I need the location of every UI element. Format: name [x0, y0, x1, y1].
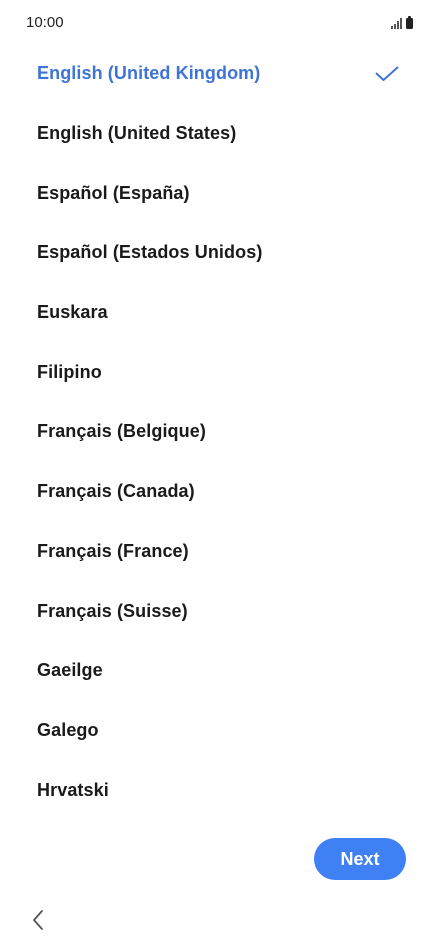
status-bar: 10:00: [0, 0, 437, 44]
language-label: English (United Kingdom): [37, 63, 261, 84]
next-button[interactable]: Next: [314, 838, 406, 880]
language-item[interactable]: Français (Canada): [0, 462, 437, 522]
language-item[interactable]: Gaeilge: [0, 641, 437, 701]
language-item[interactable]: Filipino: [0, 342, 437, 402]
battery-icon: [406, 16, 413, 29]
language-label: Euskara: [37, 302, 108, 323]
language-label: Français (Canada): [37, 481, 195, 502]
language-label: Gaeilge: [37, 660, 103, 681]
language-item[interactable]: Euskara: [0, 283, 437, 343]
language-label: Filipino: [37, 361, 102, 382]
language-label: Hrvatski: [37, 779, 109, 800]
language-label: Français (Suisse): [37, 600, 188, 621]
language-item[interactable]: Français (France): [0, 522, 437, 582]
language-selection-screen: 10:00 English (United Kingdom) English (…: [0, 0, 437, 948]
language-list: English (United Kingdom) English (United…: [0, 44, 437, 820]
language-item[interactable]: Español (España): [0, 163, 437, 223]
language-label: Français (Belgique): [37, 421, 206, 442]
language-item[interactable]: Hrvatski: [0, 760, 437, 820]
language-label: Français (France): [37, 540, 189, 561]
language-item[interactable]: Français (Belgique): [0, 402, 437, 462]
language-item[interactable]: English (United States): [0, 104, 437, 164]
language-item[interactable]: Français (Suisse): [0, 581, 437, 641]
language-label: English (United States): [37, 123, 237, 144]
language-label: Español (Estados Unidos): [37, 242, 263, 263]
language-item[interactable]: Galego: [0, 701, 437, 761]
language-label: Galego: [37, 719, 99, 740]
check-icon: [375, 64, 399, 84]
signal-icon: [391, 18, 402, 29]
chevron-left-icon[interactable]: [28, 906, 48, 934]
language-item[interactable]: Español (Estados Unidos): [0, 223, 437, 283]
language-item[interactable]: English (United Kingdom): [0, 44, 437, 104]
status-time: 10:00: [26, 13, 64, 31]
language-label: Español (España): [37, 182, 190, 203]
status-icons: [391, 15, 413, 29]
